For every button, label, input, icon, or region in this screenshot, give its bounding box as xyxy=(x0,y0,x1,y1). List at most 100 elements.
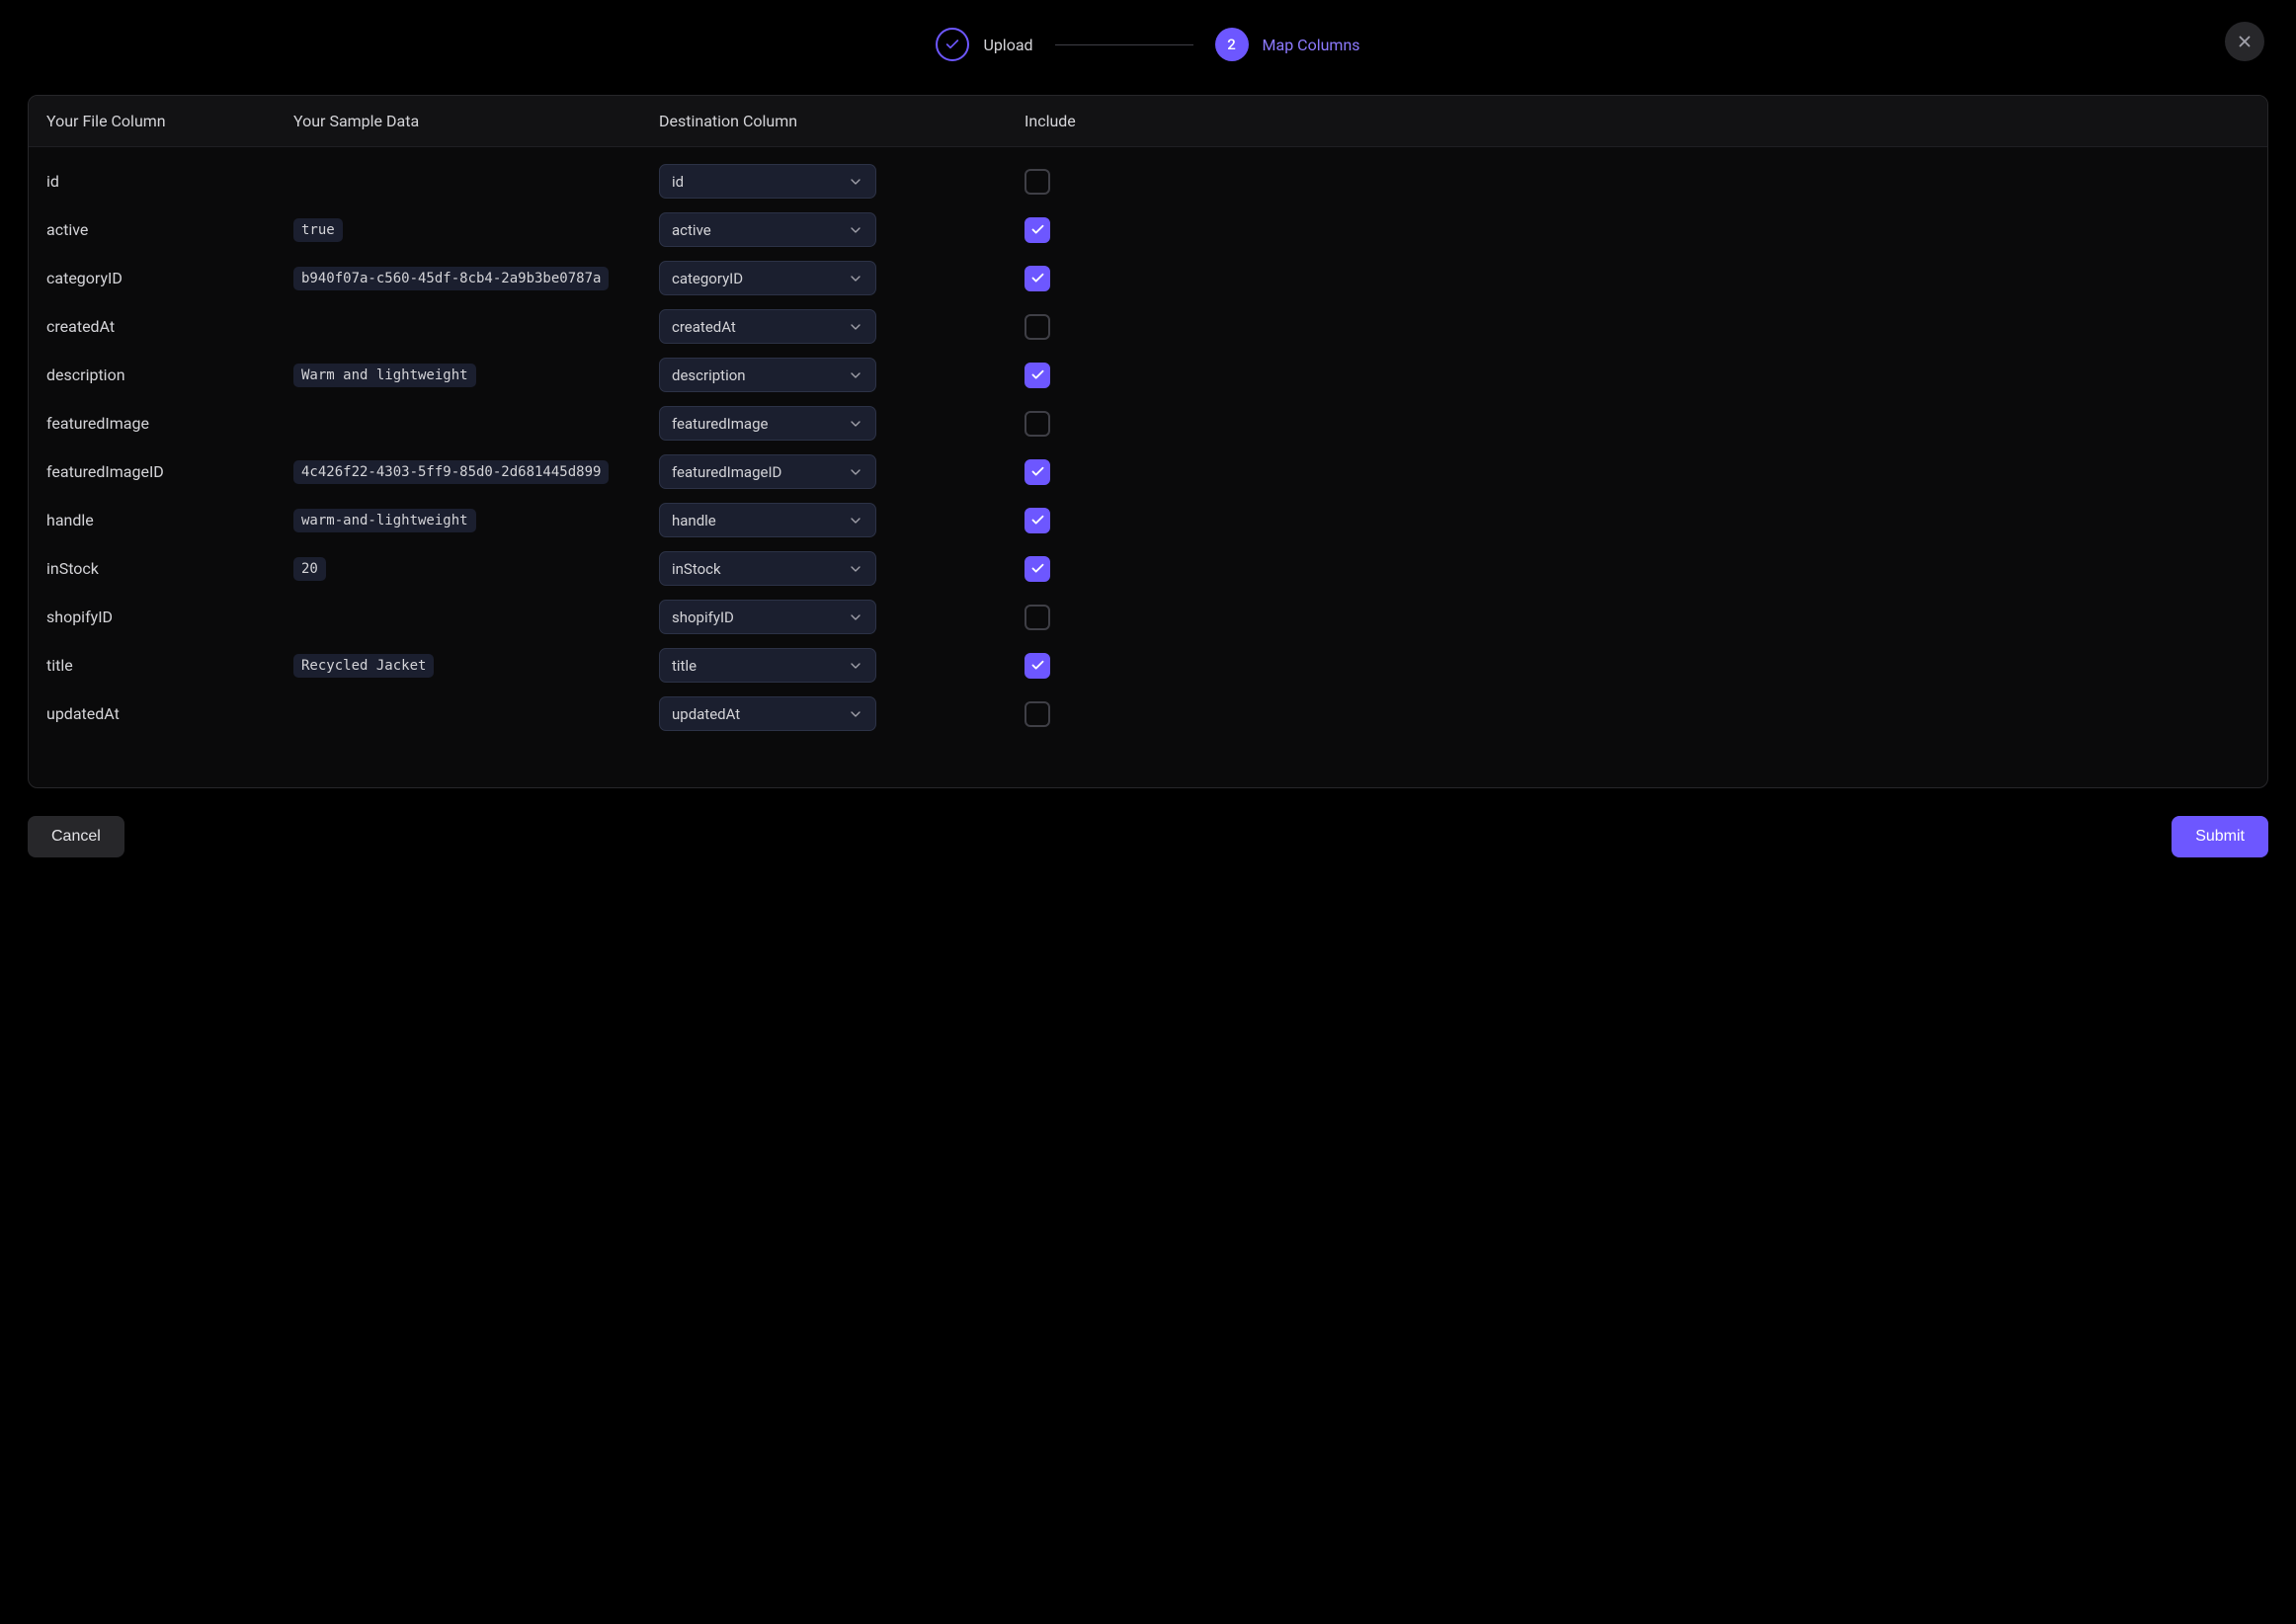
destination-cell: shopifyID xyxy=(659,600,1025,634)
sample-data-cell: Warm and lightweight xyxy=(293,364,659,387)
include-cell xyxy=(1025,605,2250,630)
destination-select-label: featuredImage xyxy=(672,415,768,433)
include-cell xyxy=(1025,169,2250,195)
destination-cell: description xyxy=(659,358,1025,392)
step-upload[interactable]: Upload xyxy=(936,28,1032,61)
chevron-down-icon xyxy=(848,609,863,625)
sample-value: true xyxy=(293,218,343,242)
check-icon xyxy=(944,37,960,52)
destination-select[interactable]: categoryID xyxy=(659,261,876,295)
include-checkbox[interactable] xyxy=(1025,169,1050,195)
destination-select[interactable]: createdAt xyxy=(659,309,876,344)
rows-container: ididactivetrueactivecategoryIDb940f07a-c… xyxy=(29,147,2267,787)
destination-cell: createdAt xyxy=(659,309,1025,344)
destination-select[interactable]: featuredImageID xyxy=(659,454,876,489)
check-icon xyxy=(1030,658,1045,673)
include-checkbox[interactable] xyxy=(1025,411,1050,437)
table-row: updatedAt updatedAt xyxy=(46,690,2250,738)
include-cell xyxy=(1025,217,2250,243)
destination-select-label: id xyxy=(672,173,684,191)
check-icon xyxy=(1030,464,1045,479)
include-checkbox[interactable] xyxy=(1025,363,1050,388)
file-column-name: title xyxy=(46,656,293,675)
header-include: Include xyxy=(1025,112,2250,130)
table-row: idid xyxy=(46,157,2250,205)
chevron-down-icon xyxy=(848,319,863,335)
close-icon xyxy=(2236,33,2254,50)
destination-select-label: active xyxy=(672,221,711,239)
include-checkbox[interactable] xyxy=(1025,605,1050,630)
chevron-down-icon xyxy=(848,464,863,480)
destination-select[interactable]: shopifyID xyxy=(659,600,876,634)
destination-select-label: updatedAt xyxy=(672,705,740,723)
table-header: Your File Column Your Sample Data Destin… xyxy=(29,96,2267,147)
destination-select[interactable]: updatedAt xyxy=(659,696,876,731)
stepper: Upload 2 Map Columns xyxy=(28,22,2268,95)
destination-select[interactable]: inStock xyxy=(659,551,876,586)
include-checkbox[interactable] xyxy=(1025,314,1050,340)
include-checkbox[interactable] xyxy=(1025,653,1050,679)
include-cell xyxy=(1025,701,2250,727)
include-cell xyxy=(1025,459,2250,485)
file-column-name: updatedAt xyxy=(46,704,293,723)
include-checkbox[interactable] xyxy=(1025,217,1050,243)
destination-select-label: handle xyxy=(672,512,716,529)
include-cell xyxy=(1025,556,2250,582)
destination-select-label: createdAt xyxy=(672,318,736,336)
header-file-column: Your File Column xyxy=(46,112,293,130)
close-button[interactable] xyxy=(2225,22,2264,61)
destination-select[interactable]: id xyxy=(659,164,876,199)
destination-select[interactable]: featuredImage xyxy=(659,406,876,441)
chevron-down-icon xyxy=(848,658,863,674)
destination-cell: featuredImage xyxy=(659,406,1025,441)
file-column-name: featuredImageID xyxy=(46,462,293,481)
include-cell xyxy=(1025,363,2250,388)
chevron-down-icon xyxy=(848,561,863,577)
file-column-name: shopifyID xyxy=(46,608,293,626)
mapping-panel: Your File Column Your Sample Data Destin… xyxy=(28,95,2268,788)
include-checkbox[interactable] xyxy=(1025,508,1050,533)
destination-select-label: shopifyID xyxy=(672,609,734,626)
sample-data-cell: warm-and-lightweight xyxy=(293,509,659,532)
check-icon xyxy=(1030,513,1045,528)
include-checkbox[interactable] xyxy=(1025,266,1050,291)
sample-data-cell: Recycled Jacket xyxy=(293,654,659,678)
destination-cell: title xyxy=(659,648,1025,683)
destination-select-label: description xyxy=(672,366,746,384)
table-row: activetrueactive xyxy=(46,205,2250,254)
include-checkbox[interactable] xyxy=(1025,459,1050,485)
file-column-name: handle xyxy=(46,511,293,529)
step-map-indicator: 2 xyxy=(1215,28,1249,61)
step-map-columns[interactable]: 2 Map Columns xyxy=(1215,28,1360,61)
submit-button[interactable]: Submit xyxy=(2172,816,2268,857)
destination-cell: inStock xyxy=(659,551,1025,586)
destination-select[interactable]: title xyxy=(659,648,876,683)
cancel-button[interactable]: Cancel xyxy=(28,816,124,857)
destination-cell: featuredImageID xyxy=(659,454,1025,489)
stepper-connector xyxy=(1055,44,1193,45)
destination-select-label: featuredImageID xyxy=(672,463,781,481)
table-row: titleRecycled Jackettitle xyxy=(46,641,2250,690)
step-upload-indicator xyxy=(936,28,969,61)
chevron-down-icon xyxy=(848,367,863,383)
check-icon xyxy=(1030,367,1045,382)
include-cell xyxy=(1025,266,2250,291)
destination-select-label: title xyxy=(672,657,697,675)
include-cell xyxy=(1025,411,2250,437)
include-checkbox[interactable] xyxy=(1025,701,1050,727)
destination-select[interactable]: description xyxy=(659,358,876,392)
destination-select[interactable]: active xyxy=(659,212,876,247)
destination-cell: handle xyxy=(659,503,1025,537)
destination-select-label: categoryID xyxy=(672,270,743,287)
destination-select[interactable]: handle xyxy=(659,503,876,537)
table-row: handlewarm-and-lightweighthandle xyxy=(46,496,2250,544)
header-sample-data: Your Sample Data xyxy=(293,112,659,130)
check-icon xyxy=(1030,271,1045,285)
table-row: inStock20inStock xyxy=(46,544,2250,593)
header-destination: Destination Column xyxy=(659,112,1025,130)
chevron-down-icon xyxy=(848,706,863,722)
sample-data-cell: 20 xyxy=(293,557,659,581)
include-cell xyxy=(1025,314,2250,340)
include-cell xyxy=(1025,508,2250,533)
include-checkbox[interactable] xyxy=(1025,556,1050,582)
